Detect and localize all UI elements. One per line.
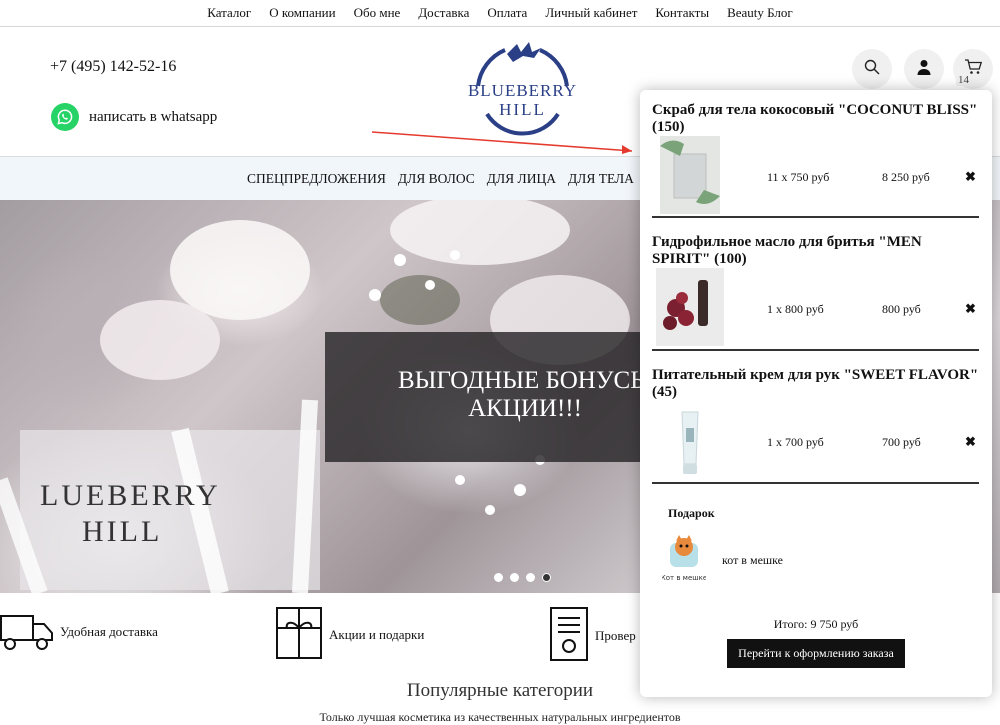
cart-divider bbox=[652, 349, 979, 351]
whatsapp-label: написать в whatsapp bbox=[89, 108, 218, 125]
checkout-button[interactable]: Перейти к оформлению заказа bbox=[727, 639, 905, 668]
cart-item-sum: 8 250 руб bbox=[882, 170, 930, 184]
logo-text-line1: BLUEBERRY bbox=[468, 81, 577, 100]
remove-item-button[interactable]: ✖ bbox=[965, 434, 976, 450]
nav-catalog[interactable]: Каталог bbox=[198, 5, 260, 21]
feature-gifts: Акции и подарки bbox=[275, 606, 424, 664]
cart-item-image[interactable] bbox=[664, 408, 716, 476]
site-logo[interactable]: BLUEBERRY HILL bbox=[455, 40, 590, 140]
carousel-dot-2[interactable] bbox=[510, 573, 519, 582]
nav-beauty-blog[interactable]: Beauty Блог bbox=[718, 5, 802, 21]
cart-item-qty: 11 x 750 руб bbox=[767, 170, 830, 184]
gift-name: кот в мешке bbox=[722, 553, 783, 567]
hero-brand-line2: HILL bbox=[82, 515, 163, 548]
feature-gifts-label: Акции и подарки bbox=[329, 627, 425, 642]
user-icon bbox=[916, 59, 932, 80]
top-nav: Каталог О компании Обо мне Доставка Опла… bbox=[0, 0, 1000, 27]
nav-contacts[interactable]: Контакты bbox=[646, 5, 718, 21]
cart-item-sum: 700 руб bbox=[882, 435, 921, 449]
cart-item: Гидрофильное масло для бритья "MEN SPIRI… bbox=[652, 234, 979, 268]
cart-item-image[interactable] bbox=[660, 136, 720, 214]
feature-delivery-label: Удобная доставка bbox=[60, 624, 158, 639]
phone-number[interactable]: +7 (495) 142-52-16 bbox=[50, 58, 176, 76]
gift-title: Подарок bbox=[668, 506, 715, 520]
search-icon bbox=[864, 59, 880, 80]
truck-icon bbox=[0, 606, 54, 658]
cart-divider bbox=[652, 482, 979, 484]
cart-item-qty: 1 x 800 руб bbox=[767, 302, 824, 316]
nav-payment[interactable]: Оплата bbox=[478, 5, 536, 21]
search-button[interactable] bbox=[852, 49, 892, 89]
cat-hair[interactable]: ДЛЯ ВОЛОС bbox=[392, 171, 481, 187]
cart-count-badge: 14 bbox=[956, 74, 971, 86]
popular-categories-subtitle: Только лучшая косметика из качественных … bbox=[319, 710, 681, 724]
carousel-dot-3[interactable] bbox=[526, 573, 535, 582]
cart-item: Питательный крем для рук "SWEET FLAVOR" … bbox=[652, 367, 979, 401]
carousel-dot-1[interactable] bbox=[494, 573, 503, 582]
carousel-dot-4[interactable] bbox=[542, 573, 551, 582]
carousel-dots bbox=[494, 573, 551, 582]
cat-body[interactable]: ДЛЯ ТЕЛА bbox=[562, 171, 640, 187]
cart-divider bbox=[652, 216, 979, 218]
cart-item-title[interactable]: Гидрофильное масло для бритья "MEN SPIRI… bbox=[652, 234, 979, 268]
certificate-icon bbox=[549, 606, 589, 666]
account-button[interactable] bbox=[904, 49, 944, 89]
hero-brand-line1: LUEBERRY bbox=[40, 479, 221, 512]
annotation-arrow bbox=[371, 131, 633, 154]
gift-image[interactable]: Кот в мешке bbox=[661, 533, 707, 583]
feature-certified-label: Провер bbox=[595, 628, 636, 643]
nav-about-me[interactable]: Обо мне bbox=[345, 5, 410, 21]
remove-item-button[interactable]: ✖ bbox=[965, 169, 976, 185]
cart-item-qty: 1 x 700 руб bbox=[767, 435, 824, 449]
nav-account[interactable]: Личный кабинет bbox=[536, 5, 646, 21]
gift-box-icon bbox=[275, 606, 323, 664]
cart-item-image[interactable] bbox=[656, 268, 724, 346]
cat-face[interactable]: ДЛЯ ЛИЦА bbox=[481, 171, 562, 187]
cart-item-title[interactable]: Питательный крем для рук "SWEET FLAVOR" … bbox=[652, 367, 979, 401]
hero-brand-text: LUEBERRY HILL bbox=[40, 478, 221, 550]
cart-item-sum: 800 руб bbox=[882, 302, 921, 316]
logo-text-line2: HILL bbox=[499, 100, 546, 119]
cart-item: Скраб для тела кокосовый "COCONUT BLISS"… bbox=[652, 102, 979, 136]
feature-delivery: Удобная доставка bbox=[0, 606, 158, 658]
gift-image-caption: Кот в мешке bbox=[662, 574, 706, 582]
nav-about-company[interactable]: О компании bbox=[260, 5, 344, 21]
cart-item-title[interactable]: Скраб для тела кокосовый "COCONUT BLISS"… bbox=[652, 102, 979, 136]
whatsapp-link[interactable]: написать в whatsapp bbox=[51, 103, 217, 131]
cart-popup: Скраб для тела кокосовый "COCONUT BLISS"… bbox=[640, 90, 992, 697]
cart-total: Итого: 9 750 руб bbox=[773, 617, 859, 631]
nav-delivery[interactable]: Доставка bbox=[409, 5, 478, 21]
whatsapp-icon bbox=[51, 103, 79, 131]
feature-certified: Провер bbox=[549, 606, 636, 666]
remove-item-button[interactable]: ✖ bbox=[965, 301, 976, 317]
cat-special-offers[interactable]: СПЕЦПРЕДЛОЖЕНИЯ bbox=[241, 171, 392, 187]
